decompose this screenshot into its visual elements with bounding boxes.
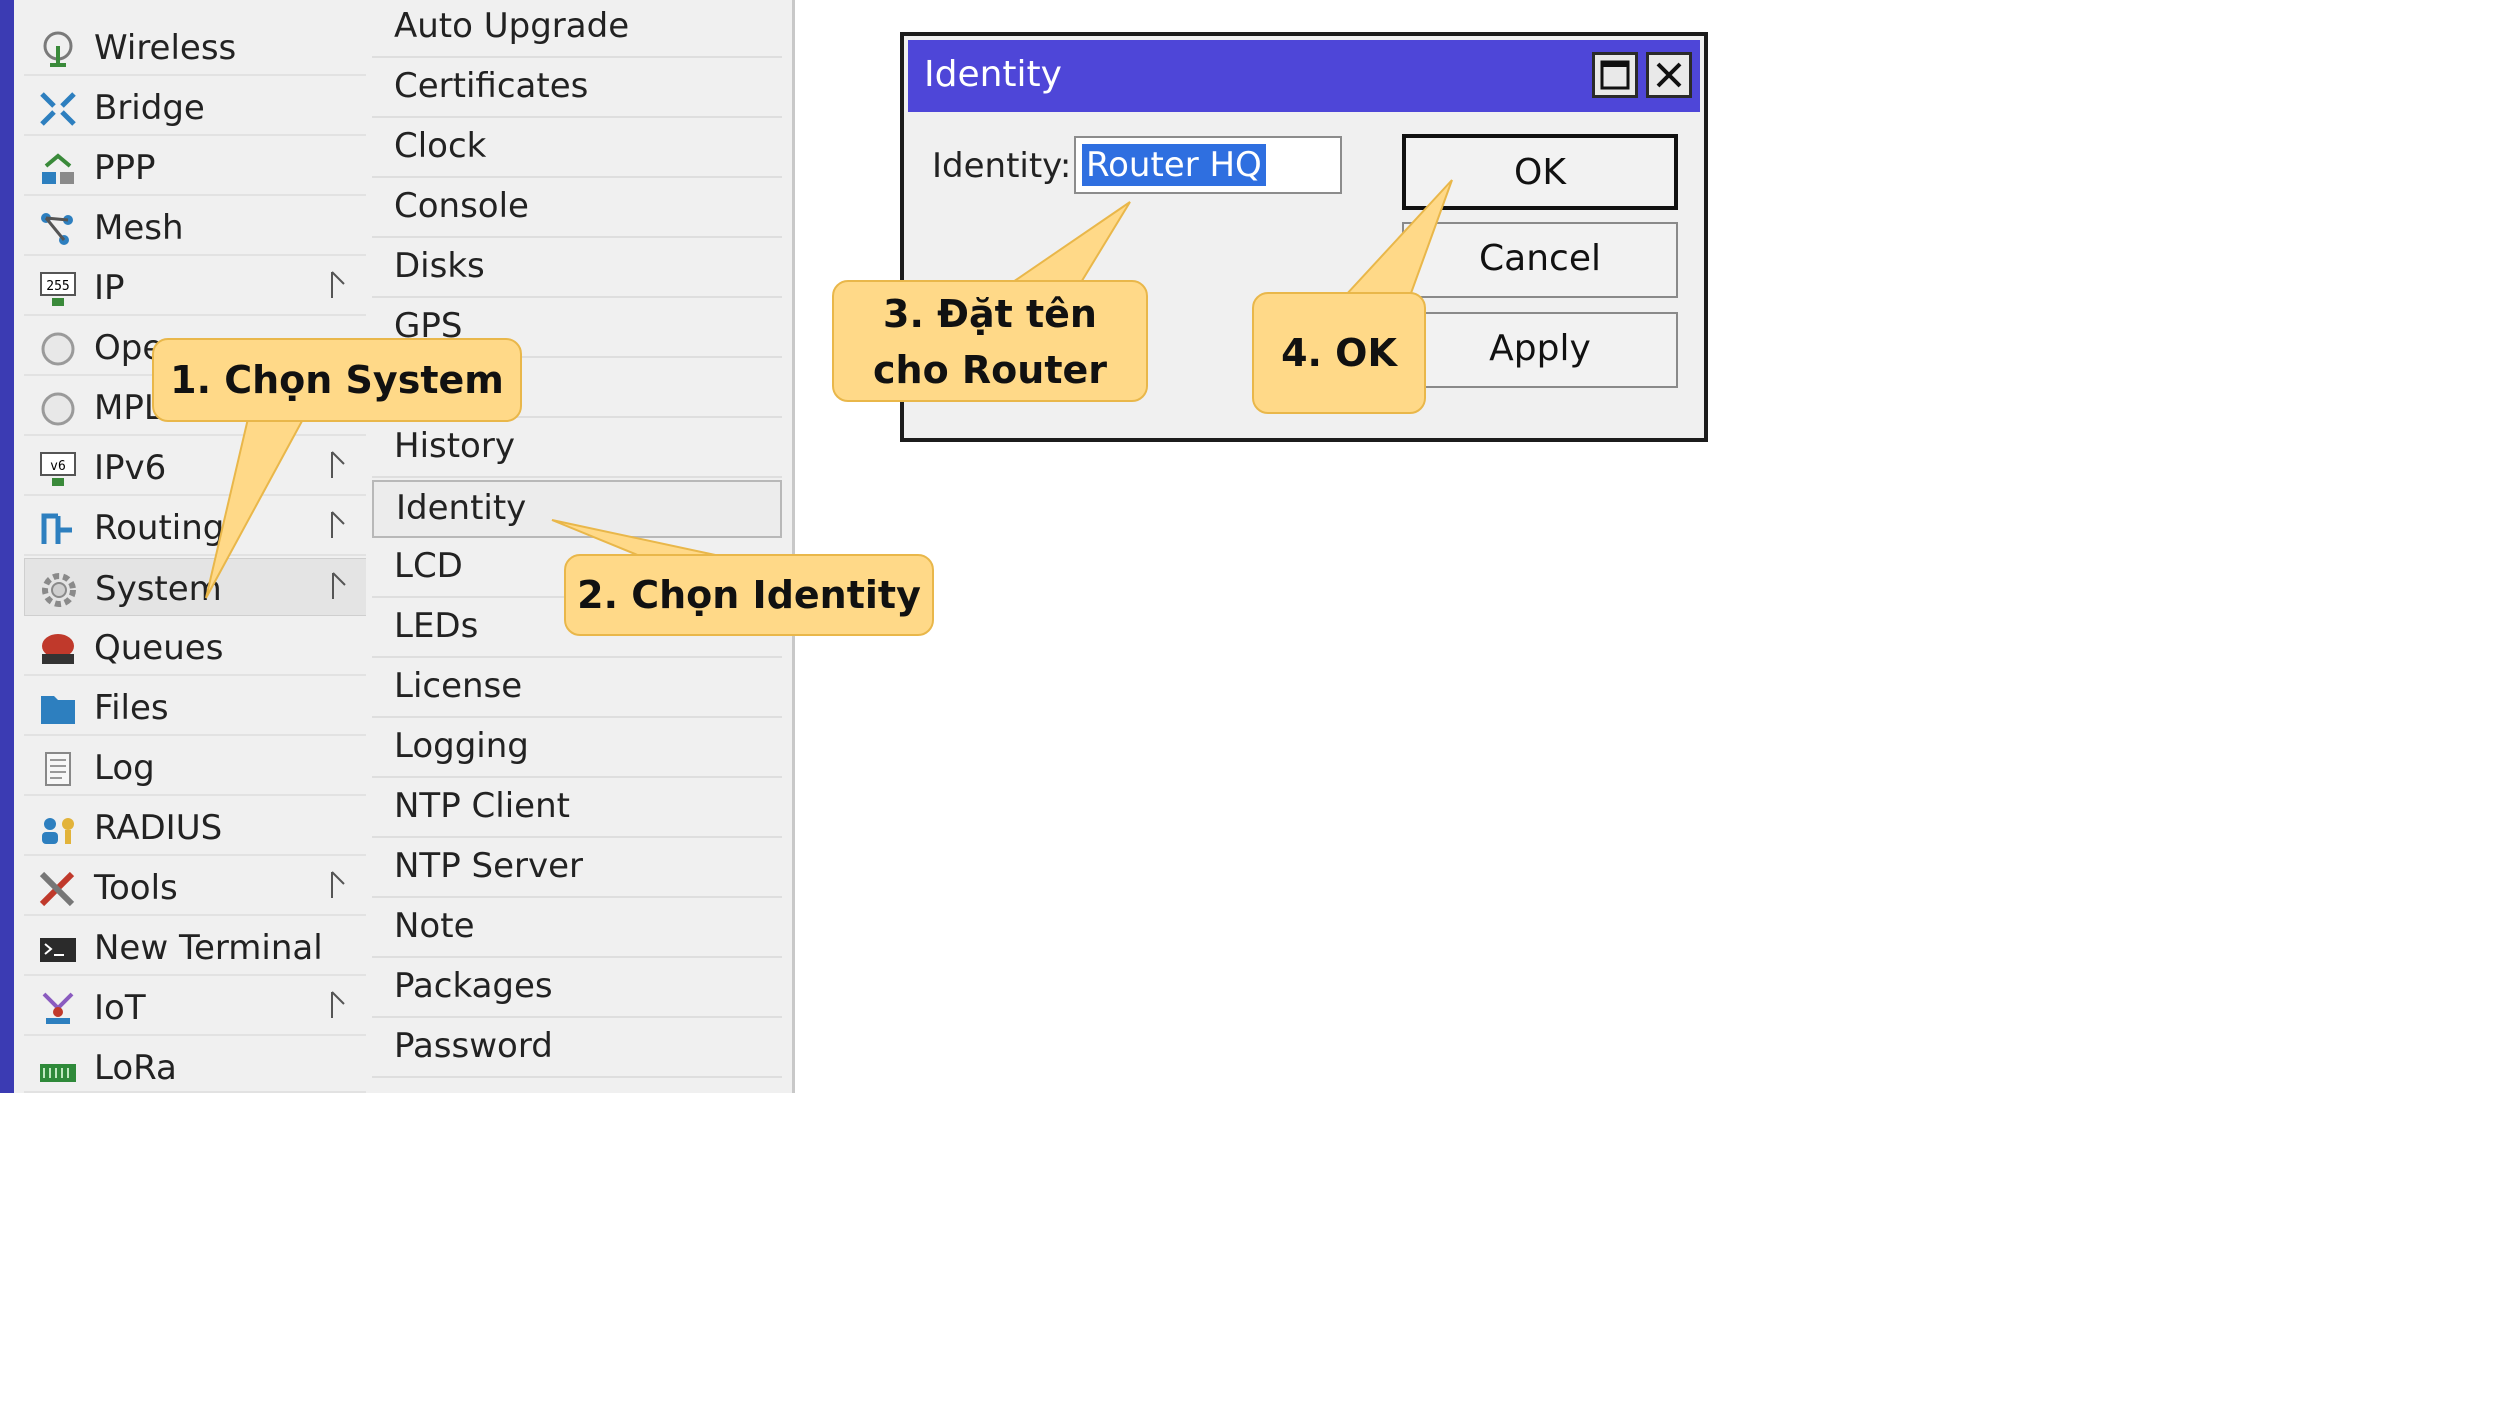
callout-step3: 3. Đặt tên cho Router (832, 280, 1148, 402)
callout-pointer-step4 (1342, 179, 1453, 297)
callout-pointer-step2 (551, 519, 721, 557)
callout-step4: 4. OK (1252, 292, 1426, 414)
callout-step1: 1. Chọn System (152, 338, 522, 422)
callout-step2: 2. Chọn Identity (564, 554, 934, 636)
callout-pointer-step1 (205, 409, 310, 599)
callout-step3-line2: cho Router (872, 348, 1107, 392)
callout-step3-line1: 3. Đặt tên (883, 292, 1097, 336)
callout-pointer-step3 (1006, 201, 1131, 285)
callout-pointers (205, 179, 1453, 599)
